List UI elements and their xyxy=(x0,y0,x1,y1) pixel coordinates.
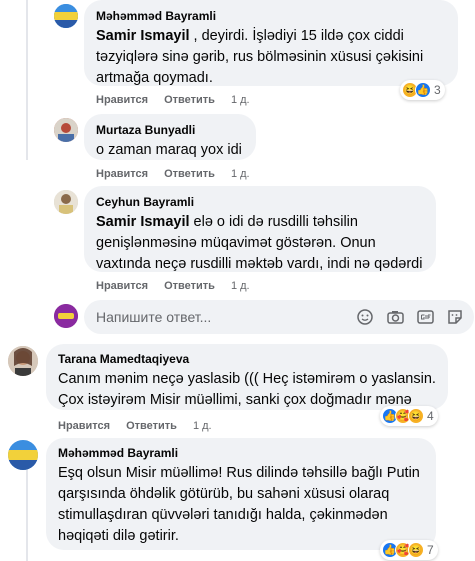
gif-icon[interactable] xyxy=(416,308,434,326)
comment-actions: Нравится Ответить 1 д. xyxy=(96,280,250,292)
comment-timestamp[interactable]: 1 д. xyxy=(231,280,250,292)
avatar[interactable] xyxy=(54,118,78,142)
like-button[interactable]: Нравится xyxy=(96,168,148,180)
reaction-summary[interactable]: 😆 👍 3 xyxy=(400,80,445,100)
reaction-count: 4 xyxy=(427,409,434,423)
comment-bubble: Məhəmməd Bayramli Samir Ismayil , deyird… xyxy=(84,0,458,86)
comment-author[interactable]: Məhəmməd Bayramli xyxy=(96,8,446,24)
reply-button[interactable]: Ответить xyxy=(164,280,215,292)
comment-author[interactable]: Məhəmməd Bayramli xyxy=(58,445,424,461)
comment-text: Eşq olsun Misir müəllimə! Rus dilində tə… xyxy=(58,465,420,544)
user-avatar-icon xyxy=(54,118,78,142)
reply-button[interactable]: Ответить xyxy=(164,168,215,180)
comment-bubble: Tarana Mamedtaqiyeva Canım mənim neçə ya… xyxy=(46,344,448,410)
emoji-icon[interactable] xyxy=(356,308,374,326)
flag-avatar-icon xyxy=(8,440,38,470)
reaction-count: 7 xyxy=(427,543,434,557)
comment-actions: Нравится Ответить 1 д. xyxy=(96,168,250,180)
comment-bubble: Ceyhun Bayramli Samir Ismayil elə o idi … xyxy=(84,186,436,272)
reaction-summary[interactable]: 👍 🥰 😆 7 xyxy=(380,540,438,560)
like-reaction-icon: 👍 xyxy=(415,82,431,98)
thread-line xyxy=(26,0,28,160)
user-avatar-icon xyxy=(8,346,38,376)
comment-text: Samir Ismayil elə o idi də rusdilli təhs… xyxy=(96,212,424,275)
like-button[interactable]: Нравится xyxy=(58,420,110,432)
sticker-icon[interactable] xyxy=(446,308,464,326)
avatar[interactable] xyxy=(54,190,78,214)
comment-author[interactable]: Tarana Mamedtaqiyeva xyxy=(58,351,436,367)
mention-link[interactable]: Samir Ismayil xyxy=(96,28,190,44)
haha-reaction-icon: 😆 xyxy=(408,408,424,424)
like-button[interactable]: Нравится xyxy=(96,280,148,292)
comment-text: Canım mənim neçə yaslasib ((( Heç istəmi… xyxy=(58,371,436,408)
reaction-summary[interactable]: 👍 🥰 😆 4 xyxy=(380,406,438,426)
reaction-count: 3 xyxy=(434,83,441,97)
avatar[interactable] xyxy=(54,4,78,28)
comment-text: Samir Ismayil , deyirdi. İşlədiyi 15 ild… xyxy=(96,26,446,89)
camera-icon[interactable] xyxy=(386,308,404,326)
comment-bubble: Məhəmməd Bayramli Eşq olsun Misir müəlli… xyxy=(46,438,436,550)
reply-input[interactable] xyxy=(84,309,356,325)
comment-text: o zaman maraq yox idi xyxy=(96,142,242,158)
comment-timestamp[interactable]: 1 д. xyxy=(231,168,250,180)
comment-actions: Нравится Ответить 1 д. xyxy=(58,420,212,432)
current-user-avatar xyxy=(54,304,78,328)
comment-actions: Нравится Ответить 1 д. xyxy=(96,94,250,106)
comment-bubble: Murtaza Bunyadli o zaman maraq yox idi xyxy=(84,114,256,160)
like-button[interactable]: Нравится xyxy=(96,94,148,106)
comment-author[interactable]: Ceyhun Bayramli xyxy=(96,194,424,210)
comment-timestamp[interactable]: 1 д. xyxy=(193,420,212,432)
avatar[interactable] xyxy=(8,346,38,376)
reply-box xyxy=(84,300,474,334)
user-avatar-icon xyxy=(54,304,78,328)
flag-avatar-icon xyxy=(54,4,78,28)
comment-timestamp[interactable]: 1 д. xyxy=(231,94,250,106)
haha-reaction-icon: 😆 xyxy=(408,542,424,558)
avatar[interactable] xyxy=(8,440,38,470)
comment-author[interactable]: Murtaza Bunyadli xyxy=(96,122,244,138)
reply-button[interactable]: Ответить xyxy=(164,94,215,106)
user-avatar-icon xyxy=(54,190,78,214)
mention-link[interactable]: Samir Ismayil xyxy=(96,214,190,230)
reply-button[interactable]: Ответить xyxy=(126,420,177,432)
